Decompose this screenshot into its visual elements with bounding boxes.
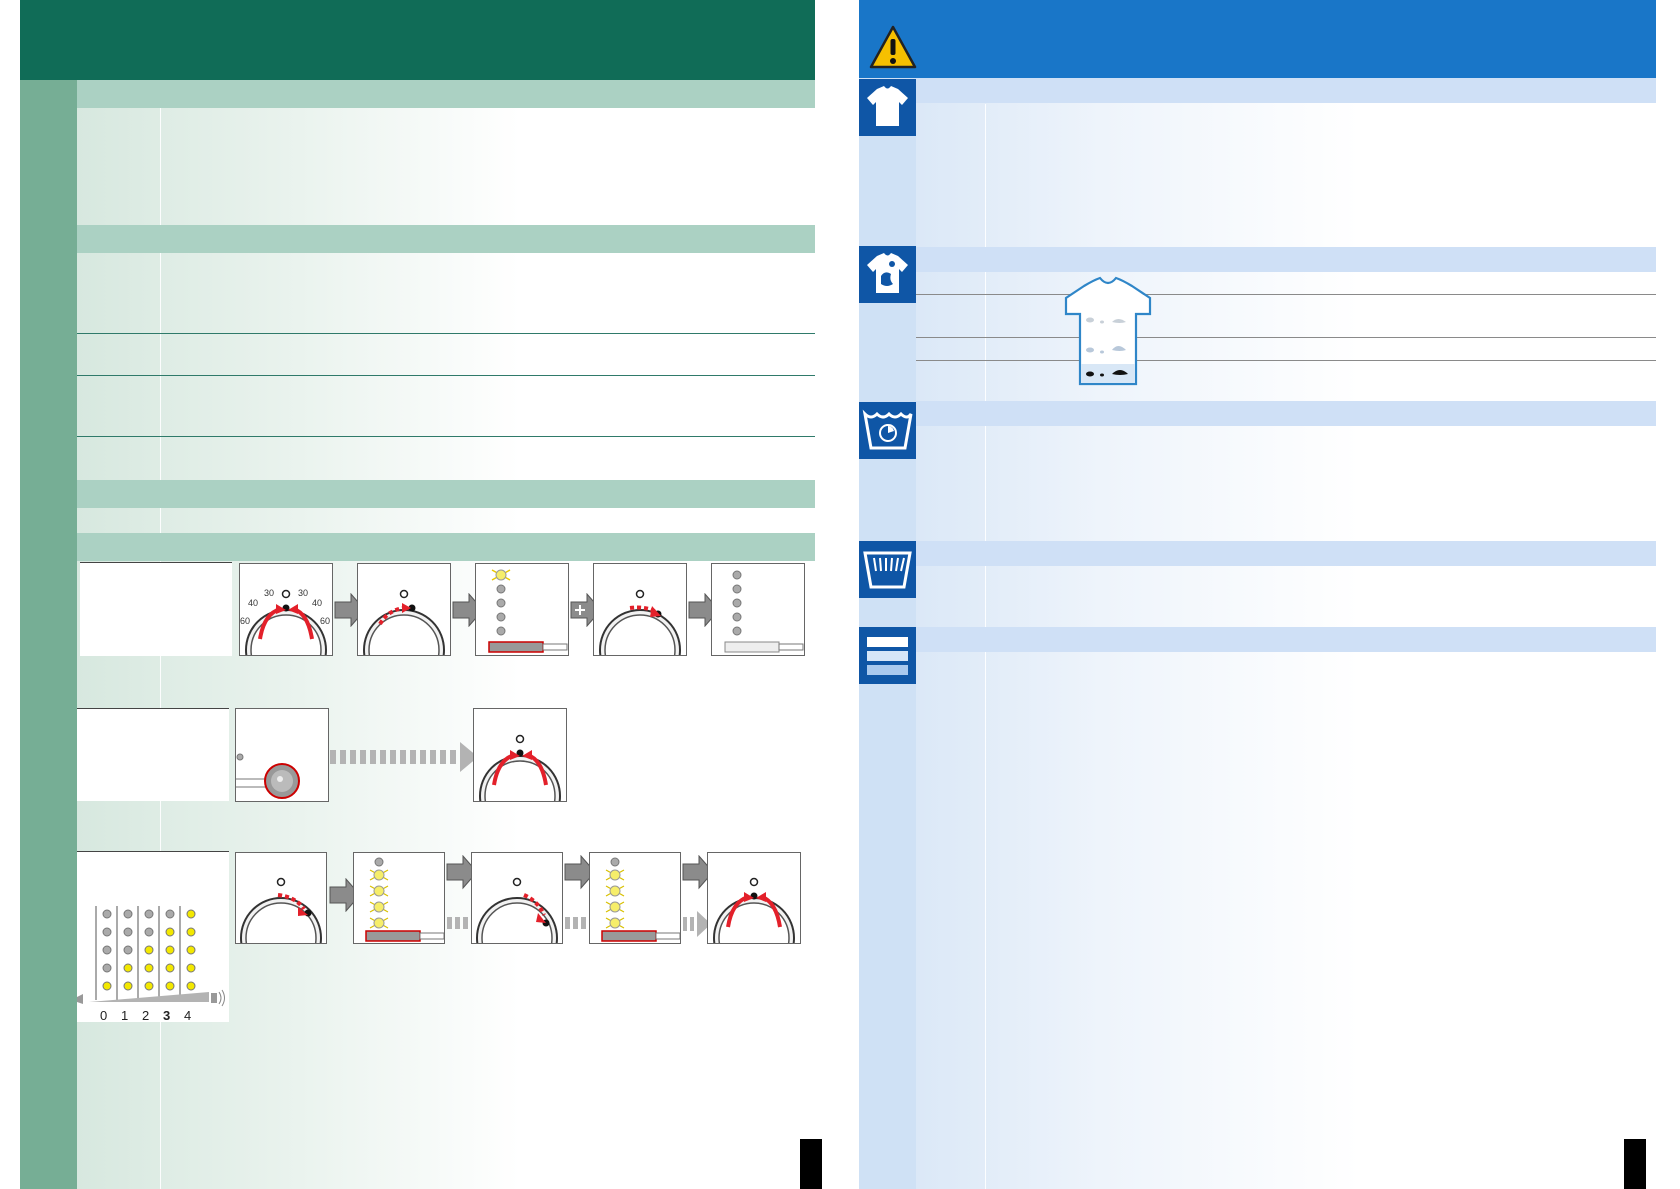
row2-long-arrow: [330, 742, 478, 772]
row1-dial-1: 30 30 40 40 60 60: [239, 563, 333, 656]
volume-label-4: 4: [184, 1008, 191, 1022]
tshirt-icon: [859, 79, 916, 136]
left-page-marker: [800, 1139, 822, 1189]
left-section-strip-3: [77, 480, 815, 508]
left-page-sidebar: [20, 80, 77, 1189]
right-section-strip-4: [916, 541, 1656, 566]
dial-tick: 40: [248, 598, 258, 608]
dial-tick: 60: [320, 616, 330, 626]
menu-lines-icon: [859, 627, 916, 684]
left-page-header: [20, 0, 815, 80]
volume-label-2: 2: [142, 1008, 149, 1022]
row1-dial-3: [593, 563, 687, 656]
dial-tick: 60: [240, 616, 250, 626]
stain-line-2: [916, 337, 1656, 338]
stain-line-1: [916, 294, 1656, 295]
row3-dial-1: [235, 852, 327, 944]
right-page-header: [859, 0, 1656, 78]
wash-tub-icon: [859, 541, 916, 598]
row3-indicator-2: [589, 852, 681, 944]
row3-volume-panel: 0 1 2 3 4: [77, 851, 229, 1023]
row3-dial-3: [707, 852, 801, 944]
left-section-strip-1: [77, 80, 815, 108]
row3-indicator-1: [353, 852, 445, 944]
volume-label-3: 3: [163, 1008, 170, 1022]
right-section-strip-5: [916, 627, 1656, 652]
row3-dial-2: [471, 852, 563, 944]
row1-dial-2: [357, 563, 451, 656]
volume-scale-graphic: 0 1 2 3 4: [77, 906, 225, 1023]
row2-knob-panel: [235, 708, 329, 802]
left-divider-1: [77, 333, 815, 334]
right-section-strip-3: [916, 401, 1656, 426]
dial-tick: 30: [298, 588, 308, 598]
warning-icon: [869, 25, 917, 69]
row2-dial: [473, 708, 567, 802]
dial-tick: 40: [312, 598, 322, 608]
right-section-strip-1: [916, 78, 1656, 103]
right-page-marker: [1624, 1139, 1646, 1189]
row1-label-panel: [80, 562, 232, 656]
dial-tick: 30: [264, 588, 274, 598]
left-divider-3: [77, 436, 815, 437]
left-divider-2: [77, 375, 815, 376]
row1-indicator-panel: [475, 563, 569, 656]
left-section-strip-2: [77, 225, 815, 253]
volume-label-0: 0: [100, 1008, 107, 1022]
stained-tshirt-icon: [859, 246, 916, 303]
volume-label-1: 1: [121, 1008, 128, 1022]
row2-label-panel: [77, 708, 229, 801]
row1-indicator-off: [711, 563, 805, 656]
wash-timer-icon: [859, 402, 916, 459]
right-section-strip-2: [916, 247, 1656, 272]
stained-shirt-illustration: [1064, 276, 1152, 386]
left-section-strip-4: [77, 533, 815, 561]
stain-line-3: [916, 360, 1656, 361]
